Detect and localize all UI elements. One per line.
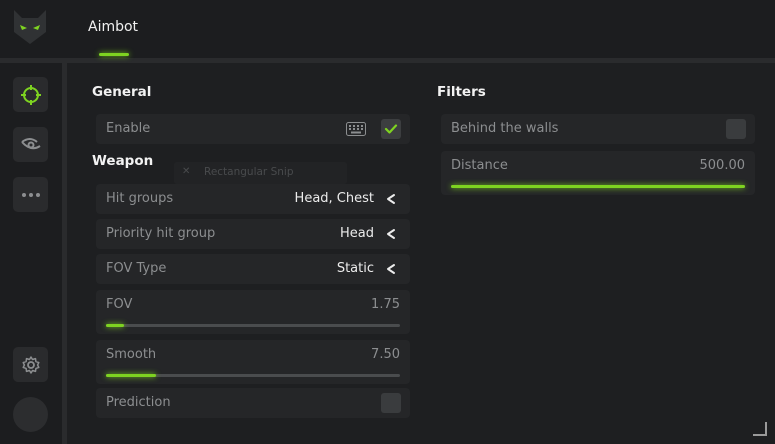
fov-type-label: FOV Type (106, 261, 167, 276)
smooth-slider-row: Smooth 7.50 (96, 340, 410, 384)
distance-slider-fill (451, 185, 745, 188)
fov-label: FOV (106, 297, 133, 312)
sidebar (0, 63, 62, 444)
prediction-label: Prediction (106, 395, 171, 410)
fov-type-select[interactable]: FOV Type Static (96, 254, 410, 284)
enable-label: Enable (106, 121, 151, 136)
priority-hit-group-select[interactable]: Priority hit group Head (96, 219, 410, 249)
keyboard-icon[interactable] (346, 122, 366, 136)
behind-walls-row[interactable]: Behind the walls (441, 114, 755, 144)
top-divider (0, 58, 775, 63)
fov-type-value: Static (336, 261, 374, 276)
hit-groups-select[interactable]: Hit groups Head, Chest (96, 184, 410, 214)
behind-walls-label: Behind the walls (451, 121, 559, 136)
close-icon: ✕ (182, 166, 191, 177)
crosshair-icon (20, 84, 41, 105)
smooth-label: Smooth (106, 347, 157, 362)
resize-handle[interactable] (753, 422, 767, 436)
chevron-left-icon (387, 194, 395, 204)
settings-button[interactable] (13, 347, 48, 382)
priority-hit-group-value: Head (340, 226, 374, 241)
smooth-slider-fill (106, 374, 156, 377)
distance-slider[interactable] (451, 185, 745, 188)
behind-walls-checkbox[interactable] (726, 119, 746, 139)
chevron-left-icon (387, 264, 395, 274)
tab-aimbot[interactable]: Aimbot (88, 19, 138, 35)
hit-groups-label: Hit groups (106, 191, 174, 206)
prediction-row[interactable]: Prediction (96, 388, 410, 418)
fov-value: 1.75 (371, 297, 400, 312)
enable-row[interactable]: Enable (96, 114, 410, 144)
priority-hit-group-label: Priority hit group (106, 226, 216, 241)
fov-slider-fill (106, 324, 124, 327)
smooth-value: 7.50 (371, 347, 400, 362)
section-title-weapon: Weapon (92, 153, 154, 169)
enable-checkbox[interactable] (381, 119, 401, 139)
avatar[interactable] (13, 397, 48, 432)
drag-ghost: ✕ Rectangular Snip (174, 162, 347, 184)
section-title-general: General (92, 84, 152, 100)
gear-icon (21, 355, 40, 374)
eye-icon (20, 137, 41, 149)
sidebar-divider (62, 63, 67, 444)
hit-groups-value: Head, Chest (294, 191, 374, 206)
logo-icon (10, 8, 50, 46)
sidebar-item-more[interactable] (13, 177, 48, 212)
smooth-slider[interactable] (106, 374, 400, 377)
distance-value: 500.00 (699, 158, 746, 173)
sidebar-item-aimbot[interactable] (13, 77, 48, 112)
distance-label: Distance (451, 158, 508, 173)
drag-ghost-label: Rectangular Snip (204, 166, 294, 178)
fov-slider-row: FOV 1.75 (96, 290, 410, 334)
section-title-filters: Filters (437, 84, 486, 100)
fov-slider[interactable] (106, 324, 400, 327)
tab-active-indicator (99, 53, 129, 56)
distance-slider-row: Distance 500.00 (441, 151, 755, 195)
prediction-checkbox[interactable] (381, 393, 401, 413)
more-icon (21, 192, 40, 197)
sidebar-item-visuals[interactable] (13, 127, 48, 162)
checkmark-icon (384, 124, 398, 134)
chevron-left-icon (387, 229, 395, 239)
